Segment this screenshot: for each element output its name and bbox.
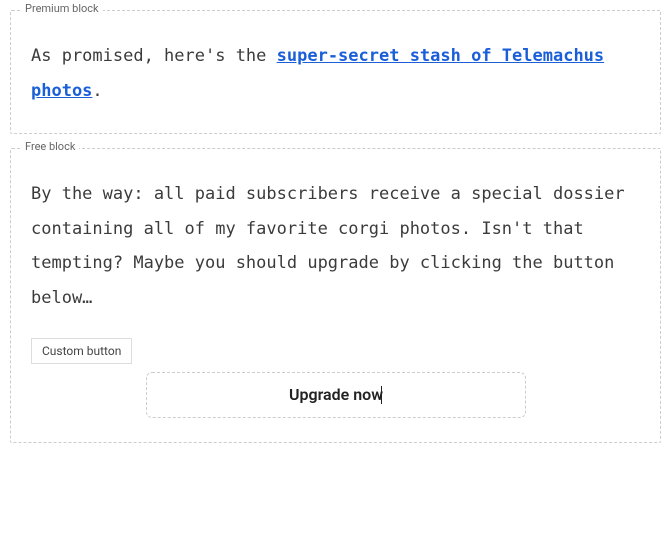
free-block-content[interactable]: By the way: all paid subscribers receive… — [31, 177, 640, 316]
premium-text-after: . — [92, 81, 102, 101]
custom-button-badge: Custom button — [31, 338, 132, 364]
premium-block-content[interactable]: As promised, here's the super-secret sta… — [31, 39, 640, 109]
free-block[interactable]: Free block By the way: all paid subscrib… — [10, 148, 661, 443]
premium-block[interactable]: Premium block As promised, here's the su… — [10, 10, 661, 134]
premium-text-before: As promised, here's the — [31, 46, 277, 66]
free-block-label: Free block — [21, 140, 79, 153]
premium-block-label: Premium block — [21, 2, 103, 15]
upgrade-button-shell[interactable]: Upgrade now — [146, 372, 526, 418]
text-caret — [381, 386, 382, 404]
upgrade-button-text[interactable]: Upgrade now — [289, 385, 383, 404]
